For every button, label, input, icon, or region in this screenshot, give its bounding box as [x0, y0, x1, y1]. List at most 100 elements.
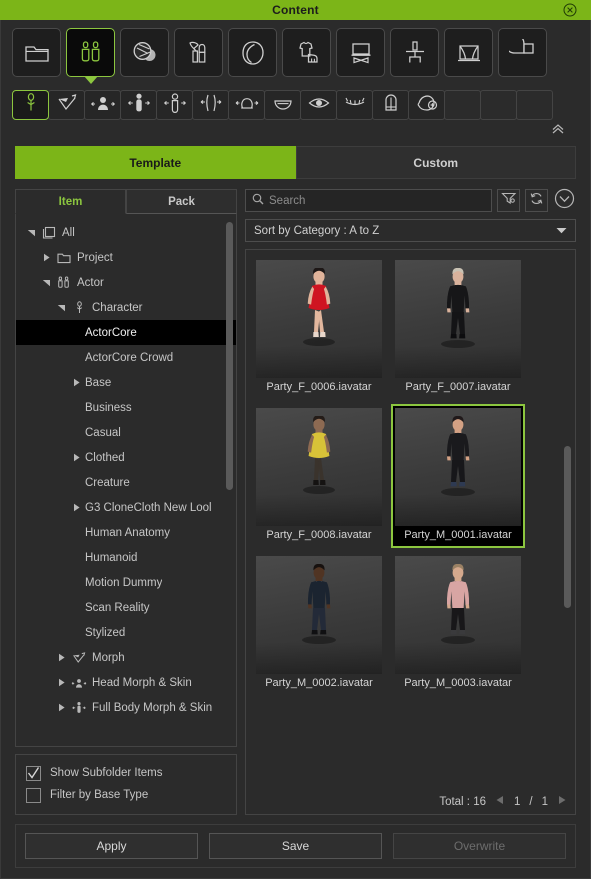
tree-item-base[interactable]: Base	[16, 370, 236, 395]
triangle-down-icon[interactable]	[22, 228, 40, 237]
subtoolbar-button-eyelash[interactable]	[336, 90, 373, 120]
body-split: Item Pack All Project Actor Character ActorC…	[1, 179, 590, 815]
tree-item-casual[interactable]: Casual	[16, 420, 236, 445]
triangle-right-icon[interactable]	[67, 378, 85, 387]
grid-item[interactable]: Party_M_0001.iavatar	[391, 404, 525, 548]
grid-scrollbar-thumb[interactable]	[564, 446, 571, 608]
subtoolbar-button-eye[interactable]	[300, 90, 337, 120]
folder-icon	[24, 42, 50, 64]
filter-settings-button[interactable]	[497, 189, 520, 212]
save-button[interactable]: Save	[209, 833, 382, 859]
item-thumbnail	[395, 556, 521, 674]
subtoolbar-button-teeth[interactable]	[372, 90, 409, 120]
apply-button[interactable]: Apply	[25, 833, 198, 859]
toolbar-button-prop[interactable]	[336, 28, 385, 77]
toolbar-button-stage[interactable]	[444, 28, 493, 77]
tree-item-all[interactable]: All	[16, 220, 236, 245]
subtoolbar-button-morph[interactable]	[48, 90, 85, 120]
current-page-label[interactable]: 1	[514, 796, 520, 808]
tree-item-character[interactable]: Character	[16, 295, 236, 320]
grid-item[interactable]: Party_F_0008.iavatar	[254, 406, 384, 546]
tree-item-label: Project	[77, 251, 113, 264]
tree-item-human-anatomy[interactable]: Human Anatomy	[16, 520, 236, 545]
tree-item-creature[interactable]: Creature	[16, 470, 236, 495]
toolbar-button-makeup[interactable]	[174, 28, 223, 77]
expand-options-button[interactable]	[553, 188, 576, 212]
triangle-down-icon[interactable]	[37, 278, 55, 287]
checkbox-filter-by-base-type[interactable]: Filter by Base Type	[26, 784, 226, 806]
close-icon[interactable]	[563, 3, 577, 17]
tree-scrollbar-thumb[interactable]	[226, 222, 233, 490]
tree-item-actor[interactable]: Actor	[16, 270, 236, 295]
tab-custom[interactable]: Custom	[295, 146, 576, 179]
content-window: Template Custom Item Pack All Project Acto…	[0, 20, 591, 879]
tree-item-scan-reality[interactable]: Scan Reality	[16, 595, 236, 620]
folder-icon	[55, 252, 73, 264]
tree-item-full-body-morph-skin[interactable]: Full Body Morph & Skin	[16, 695, 236, 720]
triangle-right-icon[interactable]	[52, 703, 70, 712]
tab-pack[interactable]: Pack	[126, 189, 237, 214]
refresh-button[interactable]	[525, 189, 548, 212]
triangle-left-icon[interactable]	[495, 795, 505, 808]
toolbar-button-hair[interactable]	[228, 28, 277, 77]
toolbar-button-actor[interactable]	[66, 28, 115, 77]
tree-item-morph[interactable]: Morph	[16, 645, 236, 670]
subtoolbar-button-character[interactable]	[12, 90, 49, 120]
subtoolbar-button-blank-3[interactable]	[516, 90, 553, 120]
subtoolbar-button-full-body-morph-skin[interactable]	[120, 90, 157, 120]
triangle-down-icon[interactable]	[52, 303, 70, 312]
search-box[interactable]	[245, 189, 492, 212]
tab-item[interactable]: Item	[15, 189, 126, 214]
tree-item-actorcore-crowd[interactable]: ActorCore Crowd	[16, 345, 236, 370]
chevron-double-up-icon[interactable]	[551, 122, 565, 140]
grid-item[interactable]: Party_F_0007.iavatar	[393, 258, 523, 398]
category-tree[interactable]: All Project Actor Character ActorCore ActorCo…	[15, 214, 237, 747]
triangle-right-icon[interactable]	[52, 678, 70, 687]
grid-item[interactable]: Party_M_0002.iavatar	[254, 554, 384, 694]
tree-item-label: Creature	[85, 476, 130, 489]
head-skin-icon	[234, 93, 260, 118]
subtoolbar-button-face-add[interactable]	[408, 90, 445, 120]
layers-icon	[40, 226, 58, 239]
tree-item-business[interactable]: Business	[16, 395, 236, 420]
checkbox-show-subfolder-items[interactable]: Show Subfolder Items	[26, 762, 226, 784]
toolbar-button-motion[interactable]	[390, 28, 439, 77]
tree-item-actorcore[interactable]: ActorCore	[16, 320, 236, 345]
triangle-right-icon[interactable]	[37, 253, 55, 262]
search-input[interactable]	[269, 194, 485, 207]
triangle-right-icon[interactable]	[67, 453, 85, 462]
subtoolbar-button-blank-2[interactable]	[480, 90, 517, 120]
triangle-right-icon[interactable]	[67, 503, 85, 512]
subtoolbar-button-head-morph-skin[interactable]	[84, 90, 121, 120]
subtoolbar-button-head-skin[interactable]	[228, 90, 265, 120]
subtoolbar-button-mouth[interactable]	[264, 90, 301, 120]
sort-dropdown-label: Sort by Category : A to Z	[254, 224, 380, 237]
grid-item[interactable]: Party_M_0003.iavatar	[393, 554, 523, 694]
tree-item-project[interactable]: Project	[16, 245, 236, 270]
checkbox-label: Show Subfolder Items	[50, 767, 163, 779]
tree-item-head-morph-skin[interactable]: Head Morph & Skin	[16, 670, 236, 695]
eyelash-icon	[343, 94, 367, 117]
item-pack-tabs: Item Pack	[15, 189, 237, 214]
tree-item-motion-dummy[interactable]: Motion Dummy	[16, 570, 236, 595]
subtoolbar-button-leg-morph[interactable]	[192, 90, 229, 120]
tab-template[interactable]: Template	[15, 146, 296, 179]
toolbar-button-cloth[interactable]	[282, 28, 331, 77]
tab-item-label: Item	[58, 195, 83, 208]
grid-item[interactable]: Party_F_0006.iavatar	[254, 258, 384, 398]
toolbar-button-media[interactable]	[498, 28, 547, 77]
toolbar-button-material[interactable]	[120, 28, 169, 77]
toolbar-button-project[interactable]	[12, 28, 61, 77]
tree-item-stylized[interactable]: Stylized	[16, 620, 236, 645]
tree-item-clothed[interactable]: Clothed	[16, 445, 236, 470]
subtoolbar-button-body-morph[interactable]	[156, 90, 193, 120]
triangle-right-icon[interactable]	[557, 795, 567, 808]
subtoolbar-button-blank-1[interactable]	[444, 90, 481, 120]
sort-dropdown[interactable]: Sort by Category : A to Z	[245, 219, 576, 242]
tab-pack-label: Pack	[168, 195, 195, 208]
tree-item-humanoid[interactable]: Humanoid	[16, 545, 236, 570]
prop-table-icon	[347, 39, 375, 67]
tree-item-g3-clonecloth-new-lool[interactable]: G3 CloneCloth New Lool	[16, 495, 236, 520]
tree-item-label: Character	[92, 301, 143, 314]
triangle-right-icon[interactable]	[52, 653, 70, 662]
